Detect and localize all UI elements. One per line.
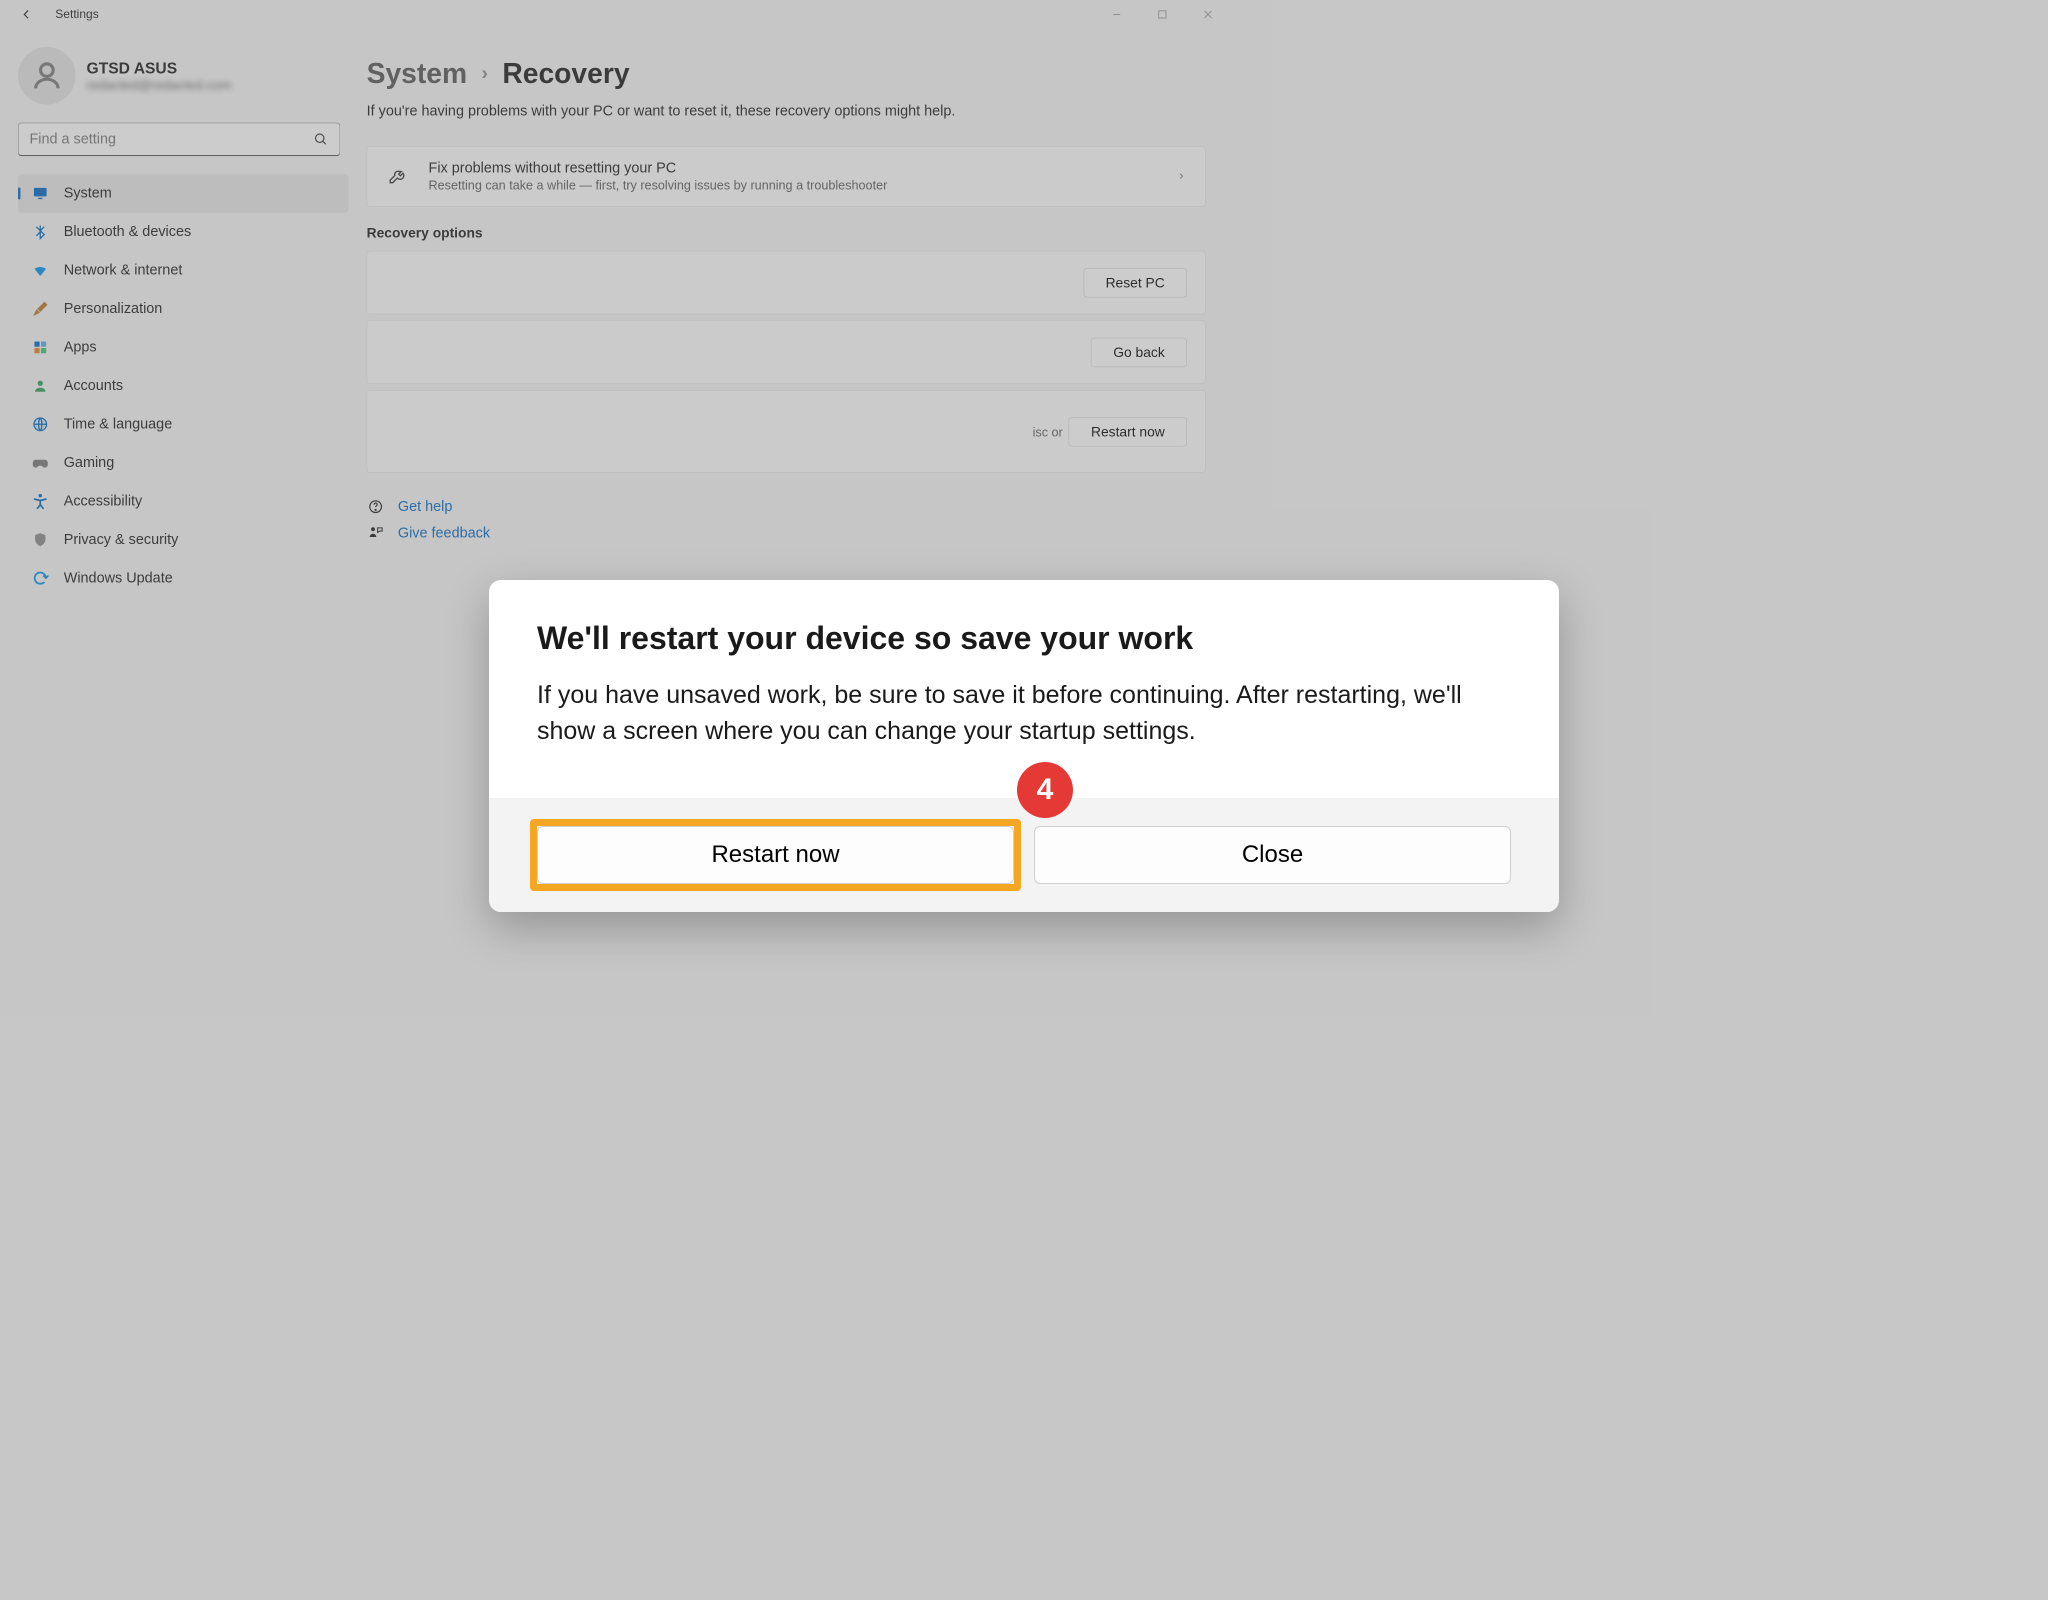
dialog-close-button[interactable]: Close [1034,826,1511,884]
dialog-body: If you have unsaved work, be sure to sav… [537,677,1511,750]
step-badge: 4 [1017,762,1073,818]
restart-dialog: We'll restart your device so save your w… [489,580,1559,912]
dialog-restart-now-button[interactable]: Restart now [537,826,1014,884]
dialog-title: We'll restart your device so save your w… [537,620,1511,657]
modal-overlay: We'll restart your device so save your w… [0,0,2048,1600]
